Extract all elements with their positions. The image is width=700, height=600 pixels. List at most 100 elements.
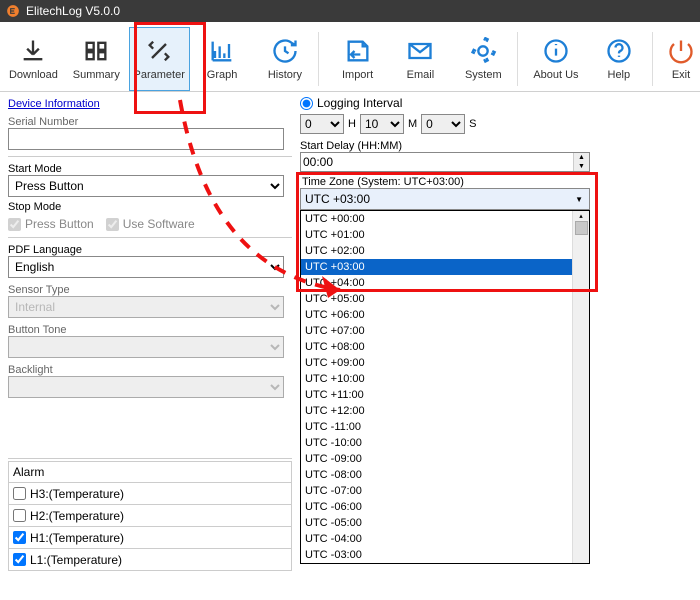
history-button[interactable]: History — [256, 28, 315, 90]
timezone-option[interactable]: UTC +09:00 — [301, 355, 589, 371]
timezone-option[interactable]: UTC +06:00 — [301, 307, 589, 323]
start-mode-label: Start Mode — [8, 163, 292, 175]
timezone-option[interactable]: UTC -11:00 — [301, 419, 589, 435]
alarm-h1-row[interactable]: H1:(Temperature) — [8, 527, 292, 549]
email-label: Email — [407, 69, 435, 81]
alarm-l1-label: L1:(Temperature) — [30, 553, 122, 567]
timezone-option[interactable]: UTC -10:00 — [301, 435, 589, 451]
timezone-option[interactable]: UTC +02:00 — [301, 243, 589, 259]
timezone-option[interactable]: UTC +07:00 — [301, 323, 589, 339]
timezone-value: UTC +03:00 — [305, 192, 370, 206]
gear-icon — [469, 37, 497, 65]
summary-icon — [82, 37, 110, 65]
alarm-h3-checkbox[interactable] — [13, 487, 26, 500]
title-bar: ElitechLog V5.0.0 — [0, 0, 700, 22]
interval-minutes-unit: M — [408, 118, 417, 130]
graph-icon — [208, 37, 236, 65]
toolbar: Download Summary Parameter Graph History… — [0, 22, 700, 92]
import-icon — [344, 37, 372, 65]
timezone-option[interactable]: UTC -07:00 — [301, 483, 589, 499]
timezone-label: Time Zone (System: UTC+03:00) — [300, 176, 698, 188]
email-icon — [406, 37, 434, 65]
import-button[interactable]: Import — [328, 28, 387, 90]
download-button[interactable]: Download — [4, 28, 63, 90]
timezone-option[interactable]: UTC +01:00 — [301, 227, 589, 243]
pdf-language-select[interactable]: English — [8, 256, 284, 278]
download-icon — [19, 37, 47, 65]
alarm-h1-checkbox[interactable] — [13, 531, 26, 544]
system-button[interactable]: System — [454, 28, 513, 90]
stop-use-software-checkbox — [106, 218, 119, 231]
timezone-option[interactable]: UTC -04:00 — [301, 531, 589, 547]
divider — [8, 156, 292, 157]
graph-label: Graph — [207, 69, 238, 81]
interval-seconds[interactable]: 0 — [421, 114, 465, 134]
graph-button[interactable]: Graph — [193, 28, 252, 90]
timezone-option[interactable]: UTC +03:00 — [301, 259, 589, 275]
divider — [8, 237, 292, 238]
interval-minutes[interactable]: 10 — [360, 114, 404, 134]
timezone-option[interactable]: UTC +10:00 — [301, 371, 589, 387]
summary-button[interactable]: Summary — [67, 28, 126, 90]
timezone-option[interactable]: UTC -03:00 — [301, 547, 589, 563]
timezone-option[interactable]: UTC +05:00 — [301, 291, 589, 307]
info-icon — [542, 37, 570, 65]
timezone-option[interactable]: UTC -08:00 — [301, 467, 589, 483]
exit-button[interactable]: Exit — [662, 28, 700, 90]
power-icon — [667, 37, 695, 65]
start-delay-spinner[interactable]: ▲▼ — [573, 153, 589, 171]
import-label: Import — [342, 69, 373, 81]
alarm-header: Alarm — [8, 461, 292, 483]
start-delay-label: Start Delay (HH:MM) — [300, 140, 698, 152]
window-title: ElitechLog V5.0.0 — [26, 4, 120, 18]
serial-number-label: Serial Number — [8, 116, 292, 128]
logging-interval-radio[interactable] — [300, 97, 313, 110]
interval-hours[interactable]: 0 — [300, 114, 344, 134]
alarm-h2-row[interactable]: H2:(Temperature) — [8, 505, 292, 527]
timezone-option[interactable]: UTC +08:00 — [301, 339, 589, 355]
timezone-scrollbar[interactable]: ▴ — [572, 211, 589, 563]
interval-seconds-unit: S — [469, 118, 476, 130]
alarm-section: Alarm H3:(Temperature) H2:(Temperature) … — [8, 458, 292, 571]
serial-number-input[interactable] — [8, 128, 284, 150]
history-label: History — [268, 69, 302, 81]
about-button[interactable]: About Us — [527, 28, 586, 90]
email-button[interactable]: Email — [391, 28, 450, 90]
timezone-option[interactable]: UTC +11:00 — [301, 387, 589, 403]
timezone-option[interactable]: UTC -09:00 — [301, 451, 589, 467]
stop-mode-label: Stop Mode — [8, 201, 292, 213]
timezone-dropdown[interactable]: UTC +00:00UTC +01:00UTC +02:00UTC +03:00… — [300, 210, 590, 564]
help-icon — [605, 37, 633, 65]
left-panel: Device Information Serial Number Start M… — [0, 92, 294, 598]
stop-use-software-label: Use Software — [123, 217, 195, 231]
start-delay-input[interactable]: 00:00 ▲▼ — [300, 152, 590, 172]
alarm-h3-row[interactable]: H3:(Temperature) — [8, 483, 292, 505]
alarm-h3-label: H3:(Temperature) — [30, 487, 124, 501]
exit-label: Exit — [672, 69, 690, 81]
right-panel: Logging Interval 0 H 10 M 0 S Start Dela… — [294, 92, 700, 598]
scrollbar-thumb[interactable] — [575, 221, 588, 235]
timezone-option[interactable]: UTC +04:00 — [301, 275, 589, 291]
scroll-up-icon[interactable]: ▴ — [573, 211, 589, 221]
start-mode-select[interactable]: Press Button — [8, 175, 284, 197]
button-tone-label: Button Tone — [8, 324, 292, 336]
chevron-down-icon: ▼ — [575, 195, 583, 204]
timezone-option[interactable]: UTC +12:00 — [301, 403, 589, 419]
timezone-select[interactable]: UTC +03:00 ▼ — [300, 188, 590, 210]
timezone-option[interactable]: UTC -06:00 — [301, 499, 589, 515]
backlight-select — [8, 376, 284, 398]
backlight-label: Backlight — [8, 364, 292, 376]
help-label: Help — [608, 69, 631, 81]
timezone-option[interactable]: UTC +00:00 — [301, 211, 589, 227]
logging-interval-label: Logging Interval — [317, 96, 402, 110]
download-label: Download — [9, 69, 58, 81]
timezone-option[interactable]: UTC -05:00 — [301, 515, 589, 531]
summary-label: Summary — [73, 69, 120, 81]
alarm-l1-row[interactable]: L1:(Temperature) — [8, 549, 292, 571]
history-icon — [271, 37, 299, 65]
alarm-h2-label: H2:(Temperature) — [30, 509, 124, 523]
alarm-h2-checkbox[interactable] — [13, 509, 26, 522]
parameter-button[interactable]: Parameter — [130, 28, 189, 90]
help-button[interactable]: Help — [589, 28, 648, 90]
alarm-l1-checkbox[interactable] — [13, 553, 26, 566]
